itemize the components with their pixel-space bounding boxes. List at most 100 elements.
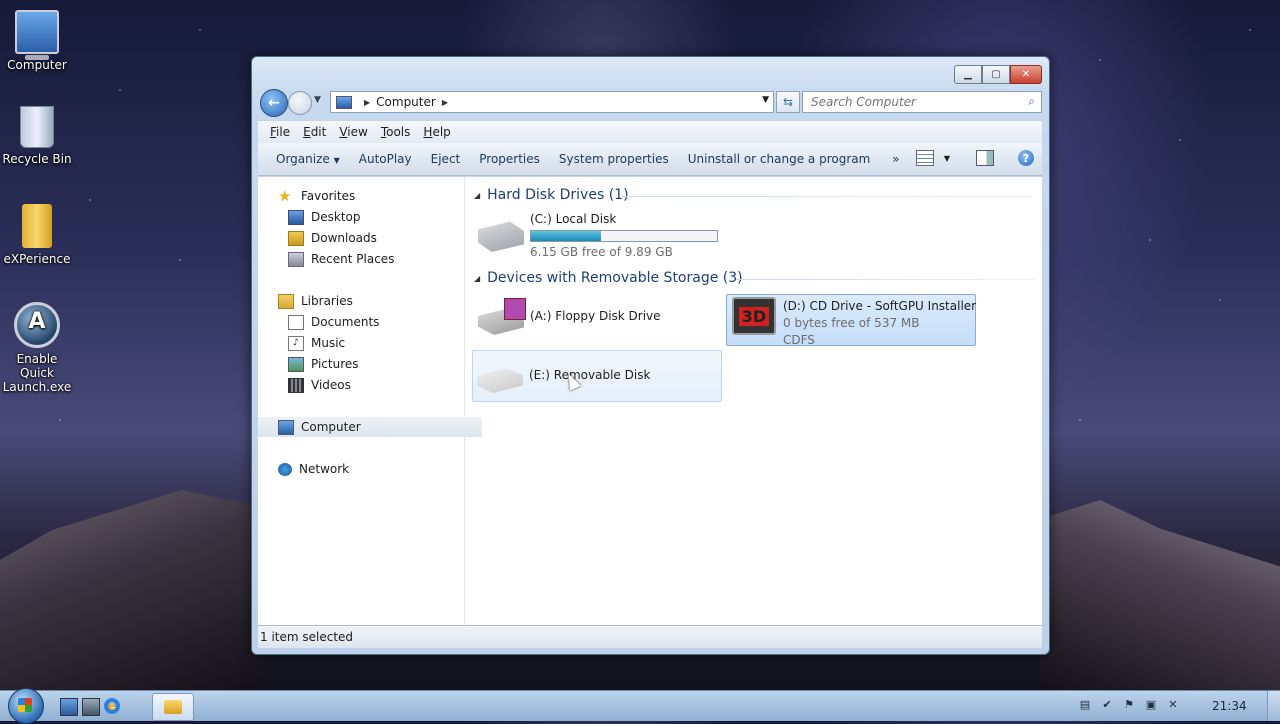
- cd-icon-label: 3D: [738, 306, 770, 326]
- recent-pages-dropdown[interactable]: ▼: [314, 95, 321, 105]
- back-button[interactable]: ←: [260, 89, 288, 117]
- chevron-down-icon[interactable]: ▼: [944, 154, 950, 163]
- group-title: Hard Disk Drives (1): [487, 187, 629, 203]
- taskbar-explorer-button[interactable]: [152, 693, 194, 721]
- drive-a[interactable]: (A:) Floppy Disk Drive: [474, 291, 722, 341]
- collapse-triangle-icon: ◢: [474, 273, 481, 283]
- breadcrumb-arrow-icon[interactable]: ▶: [442, 98, 448, 107]
- launch-app-icon: A: [14, 302, 60, 348]
- group-header-removable[interactable]: ◢ Devices with Removable Storage (3): [474, 270, 743, 286]
- navigation-bar: ← ▼ ▶ Computer ▶ ▼ ⇆ ⌕: [260, 89, 1042, 117]
- tray-security-icon[interactable]: ✔: [1100, 698, 1114, 712]
- nav-music[interactable]: ♪ Music: [288, 334, 345, 352]
- nav-recent-places[interactable]: Recent Places: [288, 250, 394, 268]
- tray-flag-icon[interactable]: ⚑: [1122, 698, 1136, 712]
- more-commands-button[interactable]: »: [892, 152, 899, 166]
- desktop-icon-recycle-bin[interactable]: Recycle Bin: [0, 106, 74, 166]
- nav-network[interactable]: Network: [278, 460, 349, 478]
- address-bar[interactable]: ▶ Computer ▶ ▼: [330, 91, 774, 113]
- nav-favorites[interactable]: ★ Favorites: [278, 187, 355, 205]
- nav-videos[interactable]: Videos: [288, 376, 351, 394]
- breadcrumb-arrow-icon[interactable]: ▶: [364, 98, 370, 107]
- drive-d[interactable]: 3D (D:) CD Drive - SoftGPU Installer 0 b…: [726, 294, 976, 347]
- drive-free-space: 6.15 GB free of 9.89 GB: [530, 245, 673, 259]
- drive-name: (E:) Removable Disk: [529, 368, 651, 382]
- system-tray: ▤ ✔ ⚑ ▣ ✕: [1078, 698, 1180, 712]
- group-divider: [736, 279, 1036, 280]
- desktop-icon-computer[interactable]: Computer: [0, 10, 74, 72]
- status-bar: 1 item selected: [258, 625, 1042, 648]
- menu-view[interactable]: View: [339, 125, 367, 139]
- help-icon[interactable]: ?: [1018, 150, 1034, 166]
- nav-label: Desktop: [311, 210, 361, 224]
- menu-help[interactable]: Help: [423, 125, 450, 139]
- nav-downloads[interactable]: Downloads: [288, 229, 377, 247]
- tray-document-icon[interactable]: ▤: [1078, 698, 1092, 712]
- drive-filesystem: CDFS: [783, 333, 815, 347]
- view-controls: ▼ ?: [915, 150, 1034, 166]
- properties-button[interactable]: Properties: [479, 152, 540, 166]
- preview-pane-icon[interactable]: [976, 150, 994, 166]
- menu-tools[interactable]: Tools: [381, 125, 411, 139]
- nav-desktop[interactable]: Desktop: [288, 208, 361, 226]
- nav-label: Documents: [311, 315, 380, 329]
- minimize-button[interactable]: ▁: [954, 65, 982, 84]
- nav-pictures[interactable]: Pictures: [288, 355, 359, 373]
- show-desktop-icon[interactable]: [60, 698, 78, 716]
- eject-button[interactable]: Eject: [431, 152, 461, 166]
- search-icon[interactable]: ⌕: [1028, 94, 1035, 109]
- menu-file[interactable]: File: [270, 125, 290, 139]
- chevron-down-icon: ▼: [333, 156, 340, 165]
- nav-documents[interactable]: Documents: [288, 313, 379, 331]
- organize-label: Organize: [276, 152, 330, 166]
- search-box: ⌕: [802, 91, 1042, 113]
- close-button[interactable]: ✕: [1010, 65, 1042, 84]
- menu-bar: File Edit View Tools Help: [258, 120, 1042, 143]
- group-title: Devices with Removable Storage (3): [487, 270, 743, 286]
- nav-libraries[interactable]: Libraries: [278, 292, 353, 310]
- desktop-icon-experience[interactable]: eXPerience: [0, 204, 74, 266]
- menu-edit[interactable]: Edit: [303, 125, 326, 139]
- maximize-button[interactable]: ▢: [982, 65, 1010, 84]
- switch-windows-icon[interactable]: [82, 698, 100, 716]
- search-input[interactable]: [809, 94, 1021, 110]
- nav-label: Music: [311, 336, 346, 350]
- forward-button[interactable]: [288, 91, 312, 115]
- window-body: ★ Favorites Desktop Downloads Recent Plac…: [258, 176, 1042, 625]
- network-icon: [278, 462, 292, 476]
- clock[interactable]: 21:34: [1212, 699, 1247, 713]
- group-header-hard-disks[interactable]: ◢ Hard Disk Drives (1): [474, 187, 629, 203]
- drive-name: (A:) Floppy Disk Drive: [530, 309, 661, 323]
- drive-c[interactable]: (C:) Local Disk 6.15 GB free of 9.89 GB: [474, 208, 722, 259]
- internet-explorer-icon[interactable]: e: [104, 698, 120, 714]
- address-dropdown-icon[interactable]: ▼: [762, 95, 769, 105]
- window-controls: ▁ ▢ ✕: [954, 65, 1042, 84]
- hard-disk-icon: [478, 221, 524, 252]
- computer-icon: [278, 419, 294, 435]
- desktop-icon-enable-quick-launch[interactable]: A Enable Quick Launch.exe: [0, 302, 74, 394]
- tray-network-icon[interactable]: ▣: [1144, 698, 1158, 712]
- autoplay-button[interactable]: AutoPlay: [359, 152, 412, 166]
- refresh-button[interactable]: ⇆: [776, 91, 800, 113]
- desktop-icon-label: Enable Quick Launch.exe: [2, 352, 72, 394]
- breadcrumb-computer[interactable]: Computer: [376, 95, 436, 109]
- tray-volume-icon[interactable]: ✕: [1166, 698, 1180, 712]
- organize-button[interactable]: Organize ▼: [276, 152, 340, 166]
- start-button[interactable]: [8, 688, 44, 724]
- group-divider: [622, 196, 1032, 197]
- recycle-bin-icon: [20, 106, 54, 148]
- uninstall-program-button[interactable]: Uninstall or change a program: [688, 152, 871, 166]
- change-view-icon[interactable]: [915, 150, 934, 166]
- system-properties-button[interactable]: System properties: [559, 152, 669, 166]
- drive-e[interactable]: (E:) Removable Disk: [472, 350, 722, 402]
- show-desktop-button[interactable]: [1267, 691, 1280, 721]
- nav-label: Computer: [301, 420, 361, 434]
- nav-computer[interactable]: Computer: [258, 417, 482, 437]
- documents-icon: [288, 314, 304, 330]
- command-bar: Organize ▼ AutoPlay Eject Properties Sys…: [258, 143, 1042, 176]
- pictures-icon: [288, 356, 304, 372]
- taskbar: e ▤ ✔ ⚑ ▣ ✕ 21:34: [0, 688, 1280, 724]
- music-icon: ♪: [288, 335, 304, 351]
- explorer-window: ▁ ▢ ✕ ← ▼ ▶ Computer ▶ ▼ ⇆ ⌕ File Edit V…: [251, 56, 1050, 655]
- drive-name: (C:) Local Disk: [530, 212, 617, 226]
